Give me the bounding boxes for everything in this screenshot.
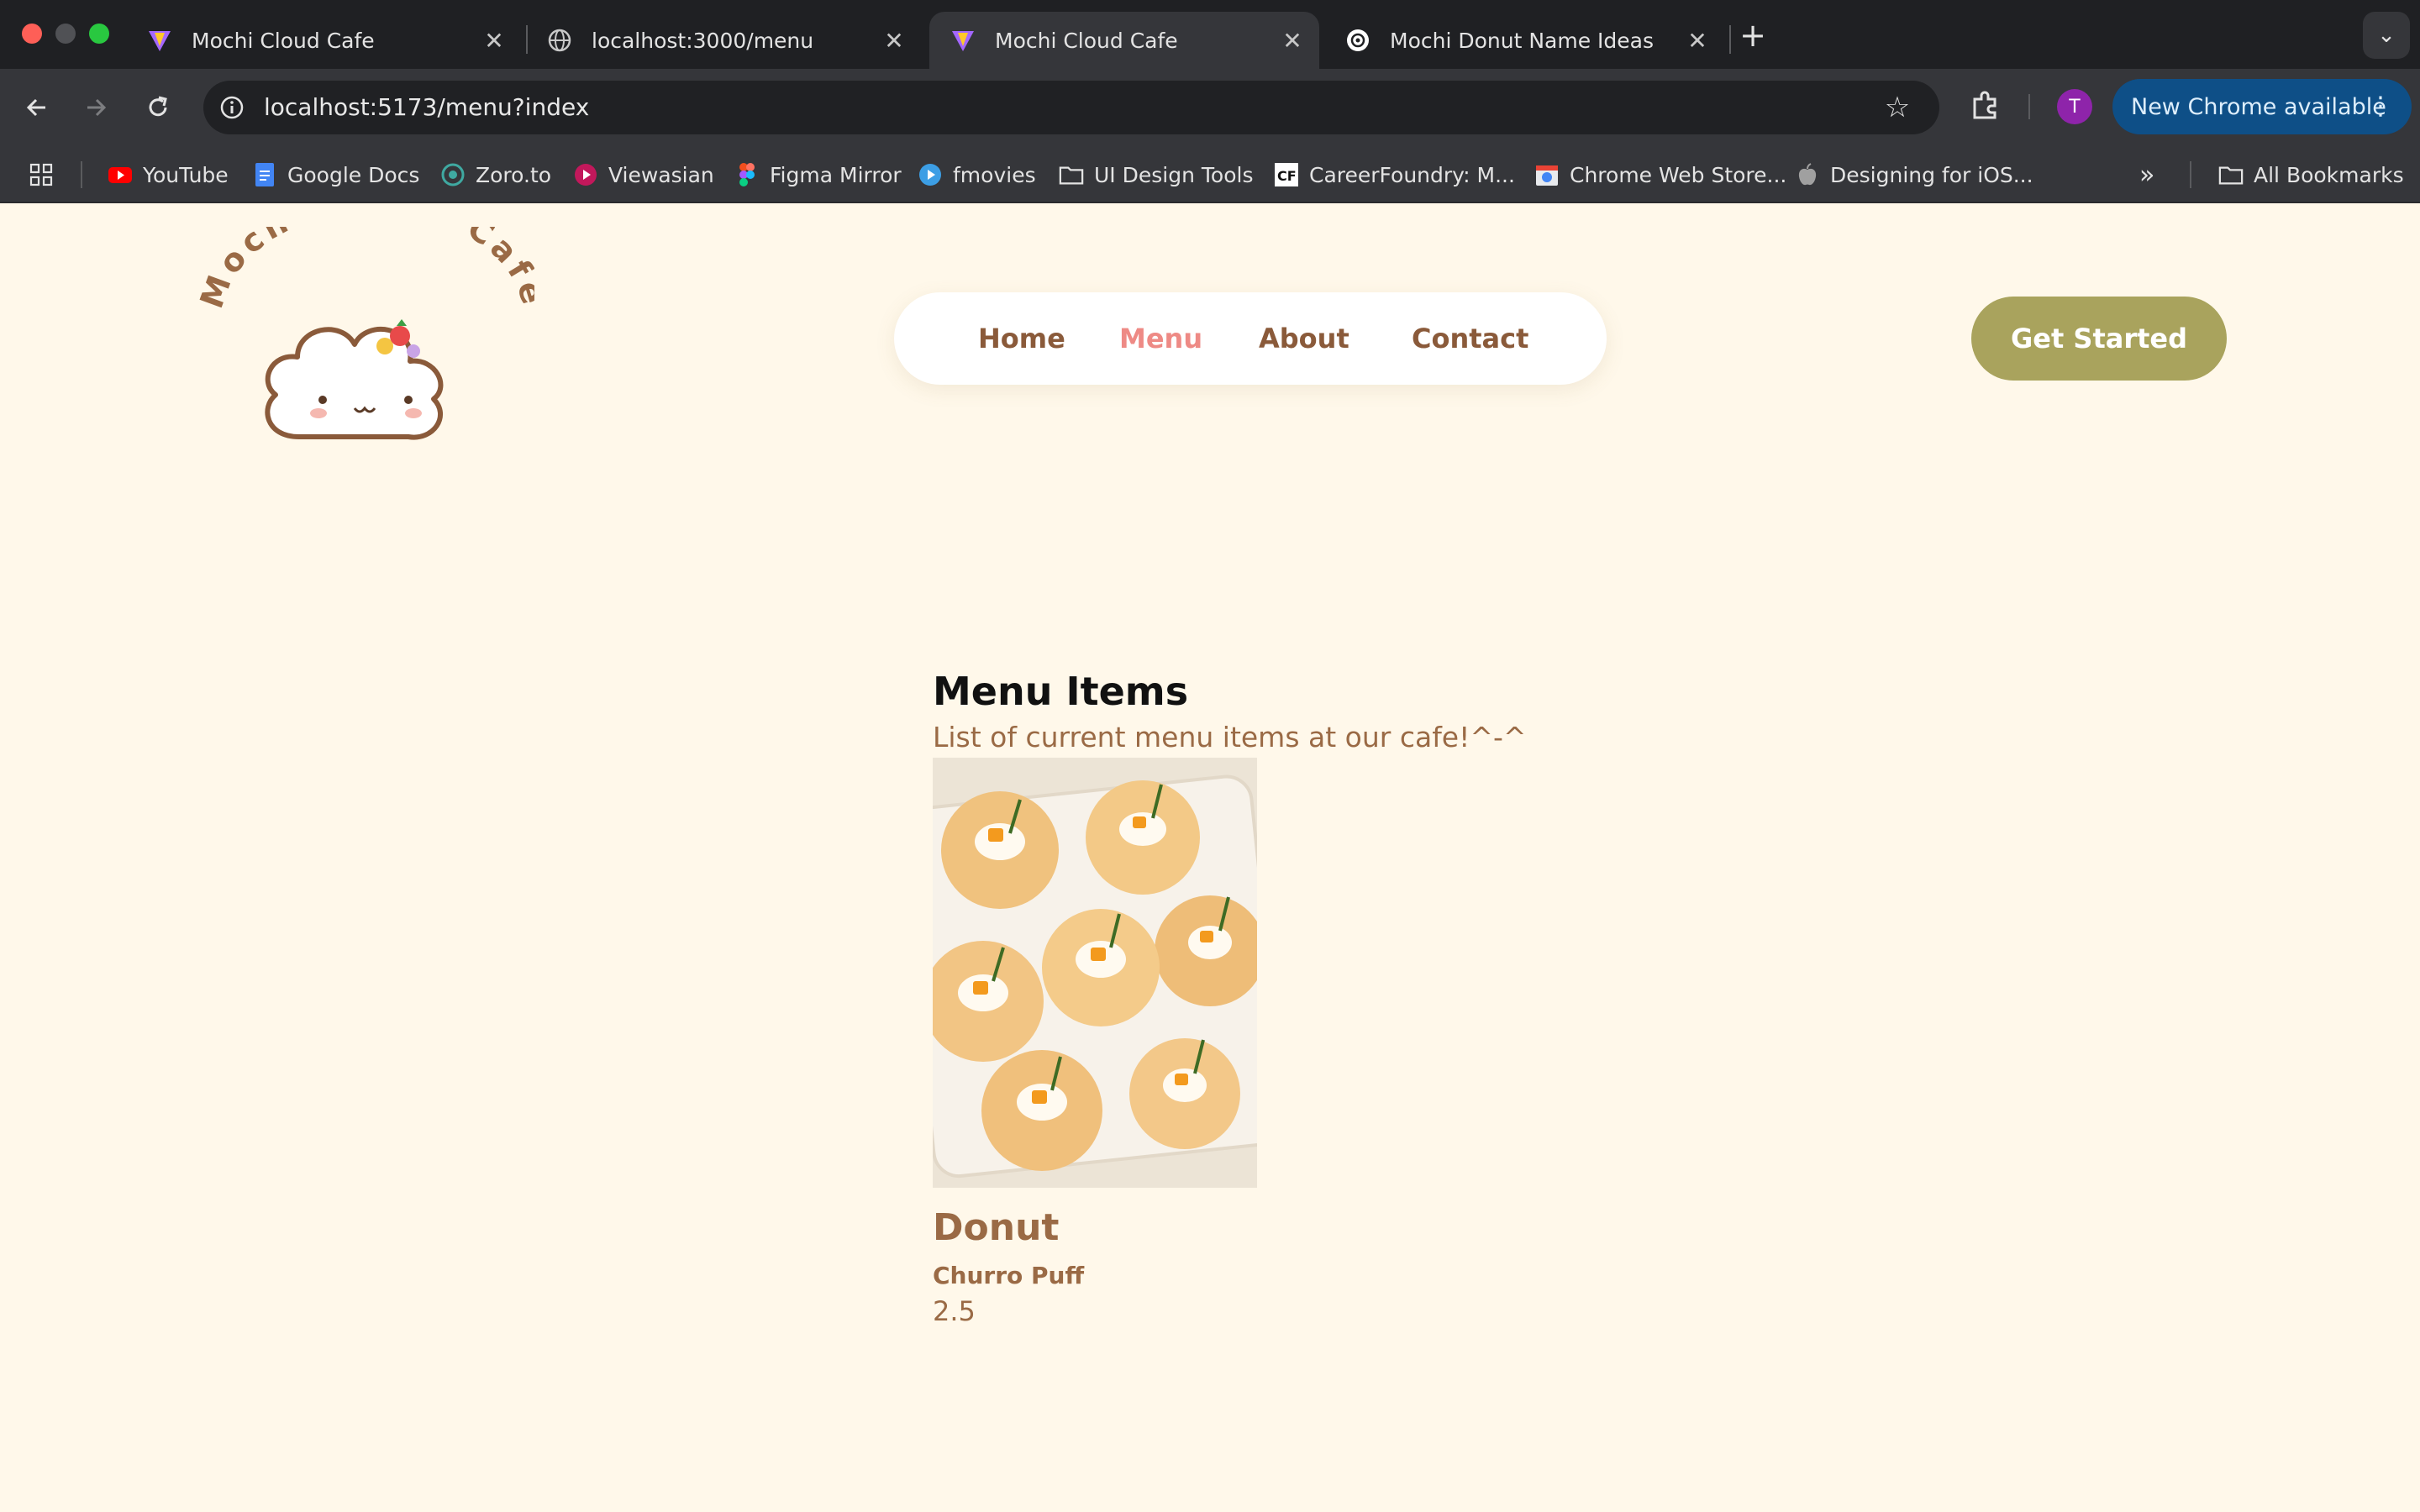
tab-divider — [1729, 25, 1731, 54]
nav-home[interactable]: Home — [978, 292, 1065, 385]
vite-icon — [146, 27, 173, 54]
bookmark-label: CareerFoundry: M... — [1309, 162, 1515, 187]
close-icon[interactable]: ✕ — [479, 25, 509, 55]
nav-contact[interactable]: Contact — [1412, 292, 1528, 385]
tab-localhost-menu[interactable]: localhost:3000/menu ✕ — [526, 12, 921, 69]
bookmark-careerfoundry[interactable]: CF CareerFoundry: M... — [1274, 146, 1515, 203]
tab-search-button[interactable]: ⌄ — [2363, 12, 2410, 59]
bookmark-label: Viewasian — [608, 162, 714, 187]
bookmark-label: UI Design Tools — [1094, 162, 1254, 187]
apps-grid-icon — [29, 162, 54, 187]
bookmark-star-icon[interactable]: ☆ — [1881, 91, 1914, 124]
get-started-button[interactable]: Get Started — [1971, 297, 2227, 381]
new-chrome-available-button[interactable]: New Chrome available ⋮ — [2112, 79, 2412, 134]
main-nav: Home Menu About Contact — [894, 292, 1607, 385]
back-arrow-icon — [26, 98, 45, 117]
minimize-window-button[interactable] — [55, 24, 76, 44]
bookmark-chrome-web-store[interactable]: Chrome Web Store... — [1534, 146, 1786, 203]
update-label: New Chrome available — [2131, 93, 2386, 120]
extensions-icon[interactable] — [1966, 87, 2003, 124]
site-info-icon[interactable] — [215, 91, 249, 124]
url-text[interactable]: localhost:5173/menu?index — [264, 81, 589, 134]
profile-avatar[interactable]: T — [2057, 89, 2092, 124]
reload-button[interactable] — [138, 87, 178, 128]
fmovies-icon — [918, 162, 943, 187]
forward-arrow-icon — [87, 98, 107, 117]
tab-title: Mochi Cloud Cafe — [192, 28, 375, 53]
menu-item-category: Donut — [933, 1206, 1060, 1249]
bookmark-label: Google Docs — [287, 162, 420, 187]
tab-title: Mochi Donut Name Ideas — [1390, 28, 1655, 53]
forward-button[interactable] — [76, 87, 116, 128]
bookmark-label: Chrome Web Store... — [1570, 162, 1787, 187]
menu-item-price: 2.5 — [933, 1295, 976, 1327]
maximize-window-button[interactable] — [89, 24, 109, 44]
globe-icon — [546, 27, 573, 54]
figma-icon — [734, 162, 760, 187]
page-subtitle: List of current menu items at our cafe!^… — [933, 721, 1527, 753]
kebab-menu-icon[interactable]: ⋮ — [2368, 91, 2393, 123]
tab-mochi-cloud-cafe-active[interactable]: Mochi Cloud Cafe ✕ — [929, 12, 1319, 69]
page-title: Menu Items — [933, 669, 1189, 714]
address-bar[interactable]: localhost:5173/menu?index ☆ — [203, 81, 1939, 134]
toolbar-divider — [2028, 94, 2030, 119]
reload-icon — [149, 96, 167, 117]
menu-item-name: Churro Puff — [933, 1262, 1085, 1289]
all-bookmarks-button[interactable]: All Bookmarks — [2218, 146, 2404, 203]
tab-mochi-cloud-cafe-1[interactable]: Mochi Cloud Cafe ✕ — [126, 12, 521, 69]
chevron-down-icon: ⌄ — [2377, 23, 2396, 48]
bookmark-fmovies[interactable]: fmovies — [918, 146, 1036, 203]
bookmark-label: fmovies — [953, 162, 1036, 187]
bookmark-label: Figma Mirror — [770, 162, 902, 187]
bookmarks-bar: YouTube Google Docs Zoro.to Viewasian Fi… — [0, 146, 2420, 203]
nav-menu[interactable]: Menu — [1119, 292, 1202, 385]
bookmarks-divider — [2190, 161, 2191, 188]
logo-text: Mochi Cloud Cafe — [193, 182, 549, 313]
bookmark-label: All Bookmarks — [2254, 162, 2404, 187]
bookmark-google-docs[interactable]: Google Docs — [252, 146, 419, 203]
back-button[interactable] — [17, 87, 57, 128]
folder-icon — [1059, 162, 1084, 187]
site-logo[interactable]: Mochi Cloud Cafe — [193, 182, 548, 445]
more-bookmarks-button[interactable]: » — [2139, 146, 2154, 203]
tab-title: localhost:3000/menu — [592, 28, 814, 53]
svg-text:Mochi Cloud Cafe: Mochi Cloud Cafe — [198, 227, 534, 313]
tab-title: Mochi Cloud Cafe — [995, 28, 1178, 53]
nav-about[interactable]: About — [1259, 292, 1349, 385]
vite-icon — [950, 27, 976, 54]
youtube-icon — [108, 162, 133, 187]
new-tab-button[interactable]: + — [1736, 18, 1770, 52]
bookmark-youtube[interactable]: YouTube — [108, 146, 229, 203]
close-window-button[interactable] — [22, 24, 42, 44]
apps-grid-button[interactable] — [29, 146, 64, 203]
bookmark-zoro[interactable]: Zoro.to — [440, 146, 551, 203]
chatgpt-icon — [1344, 27, 1371, 54]
bookmarks-divider — [81, 161, 82, 188]
double-chevron-right-icon: » — [2139, 160, 2155, 190]
tab-mochi-donut-name-ideas[interactable]: Mochi Donut Name Ideas ✕ — [1324, 12, 1724, 69]
close-icon[interactable]: ✕ — [1682, 25, 1712, 55]
close-icon[interactable]: ✕ — [1277, 25, 1307, 55]
bookmark-label: Zoro.to — [476, 162, 552, 187]
bookmark-label: YouTube — [143, 162, 229, 187]
tab-strip: Mochi Cloud Cafe ✕ localhost:3000/menu ✕… — [0, 0, 2420, 69]
close-icon[interactable]: ✕ — [879, 25, 909, 55]
docs-icon — [252, 162, 277, 187]
folder-icon — [2218, 162, 2244, 187]
careerfoundry-icon: CF — [1274, 162, 1299, 187]
bookmark-viewasian[interactable]: Viewasian — [573, 146, 714, 203]
menu-item-image — [933, 758, 1257, 1188]
bookmark-designing-for-ios[interactable]: Designing for iOS... — [1795, 146, 2033, 203]
apple-icon — [1795, 162, 1820, 187]
webstore-icon — [1534, 162, 1560, 187]
bookmark-label: Designing for iOS... — [1830, 162, 2033, 187]
bookmark-folder-ui-design-tools[interactable]: UI Design Tools — [1059, 146, 1253, 203]
play-icon — [573, 162, 598, 187]
svg-text:CF: CF — [1277, 168, 1297, 184]
bookmark-figma-mirror[interactable]: Figma Mirror — [734, 146, 902, 203]
zoro-icon — [440, 162, 466, 187]
